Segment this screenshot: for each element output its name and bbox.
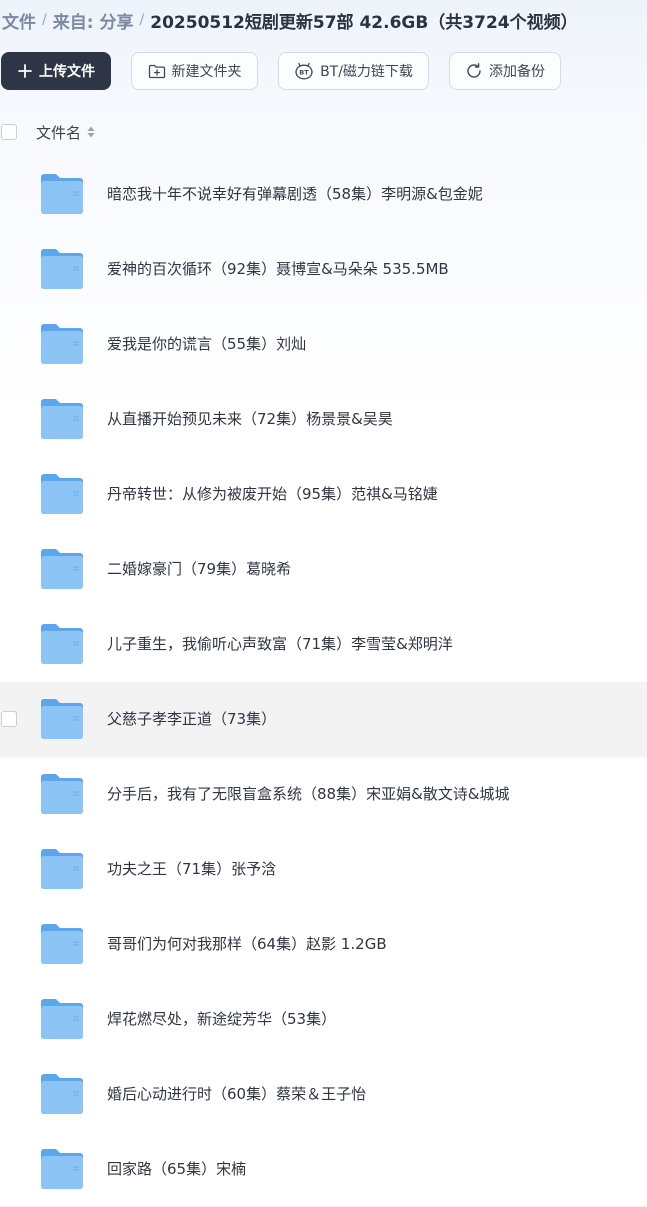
file-name[interactable]: 二婚嫁豪门（79集）葛晓希	[107, 532, 291, 607]
file-name[interactable]: 丹帝转世：从修为被废开始（95集）范祺&马铭婕	[107, 457, 438, 532]
refresh-icon	[465, 62, 483, 80]
folder-icon[interactable]	[39, 623, 85, 665]
folder-icon[interactable]	[39, 473, 85, 515]
file-row[interactable]: 哥哥们为何对我那样（64集）赵影 1.2GB	[0, 907, 647, 982]
folder-icon[interactable]	[39, 698, 85, 740]
bt-download-button[interactable]: BT BT/磁力链下载	[278, 52, 429, 90]
add-backup-button[interactable]: 添加备份	[449, 52, 561, 90]
bt-download-button-label: BT/磁力链下载	[320, 64, 413, 80]
plus-icon	[17, 63, 33, 79]
name-column-header[interactable]: 文件名	[36, 122, 95, 143]
file-row[interactable]: 儿子重生，我偷听心声致富（71集）李雪莹&郑明洋	[0, 607, 647, 682]
file-name[interactable]: 婚后心动进行时（60集）蔡荣＆王子怡	[107, 1057, 366, 1132]
file-row[interactable]: 从直播开始预见未来（72集）杨景景&吴昊	[0, 382, 647, 457]
folder-icon[interactable]	[39, 548, 85, 590]
folder-icon[interactable]	[39, 173, 85, 215]
file-row[interactable]: 丹帝转世：从修为被废开始（95集）范祺&马铭婕	[0, 457, 647, 532]
file-name[interactable]: 从直播开始预见未来（72集）杨景景&吴昊	[107, 382, 393, 457]
breadcrumb-from[interactable]: 来自:	[53, 8, 94, 33]
file-row[interactable]: 婚后心动进行时（60集）蔡荣＆王子怡	[0, 1057, 647, 1132]
breadcrumb-share[interactable]: 分享	[100, 8, 134, 33]
file-name[interactable]: 回家路（65集）宋楠	[107, 1132, 246, 1207]
upload-button-label: 上传文件	[39, 64, 95, 80]
file-name[interactable]: 爱神的百次循环（92集）聂博宣&马朵朵 535.5MB	[107, 232, 449, 307]
file-name[interactable]: 儿子重生，我偷听心声致富（71集）李雪莹&郑明洋	[107, 607, 453, 682]
bt-icon: BT	[294, 62, 314, 80]
name-column-label: 文件名	[36, 123, 82, 142]
folder-icon[interactable]	[39, 1148, 85, 1190]
folder-plus-icon	[148, 63, 166, 79]
folder-icon[interactable]	[39, 923, 85, 965]
file-row[interactable]: 暗恋我十年不说幸好有弹幕剧透（58集）李明源&包金妮	[0, 157, 647, 232]
breadcrumb: 文件 / 来自: 分享 / 20250512短剧更新57部 42.6GB（共37…	[2, 8, 578, 33]
file-name[interactable]: 暗恋我十年不说幸好有弹幕剧透（58集）李明源&包金妮	[107, 157, 483, 232]
upload-button[interactable]: 上传文件	[1, 52, 111, 90]
breadcrumb-root[interactable]: 文件	[2, 8, 36, 33]
breadcrumb-current-folder: 20250512短剧更新57部 42.6GB（共3724个视频）	[150, 12, 578, 33]
file-row[interactable]: 回家路（65集）宋楠	[0, 1132, 647, 1207]
file-row[interactable]: 父慈子孝李正道（73集）	[0, 682, 647, 757]
file-name[interactable]: 哥哥们为何对我那样（64集）赵影 1.2GB	[107, 907, 387, 982]
file-row[interactable]: 分手后，我有了无限盲盒系统（88集）宋亚娟&散文诗&城城	[0, 757, 647, 832]
folder-icon[interactable]	[39, 248, 85, 290]
file-row[interactable]: 功夫之王（71集）张予浛	[0, 832, 647, 907]
row-checkbox[interactable]	[1, 711, 17, 727]
file-row[interactable]: 焊花燃尽处，新途绽芳华（53集）	[0, 982, 647, 1057]
folder-icon[interactable]	[39, 848, 85, 890]
folder-icon[interactable]	[39, 323, 85, 365]
file-name[interactable]: 功夫之王（71集）张予浛	[107, 832, 276, 907]
breadcrumb-separator: /	[139, 12, 145, 28]
file-name[interactable]: 分手后，我有了无限盲盒系统（88集）宋亚娟&散文诗&城城	[107, 757, 509, 832]
new-folder-button-label: 新建文件夹	[171, 64, 242, 80]
toolbar: 上传文件 新建文件夹 BT BT/磁力链下载 添加备份	[0, 52, 647, 92]
folder-icon[interactable]	[39, 398, 85, 440]
folder-icon[interactable]	[39, 1073, 85, 1115]
svg-text:BT: BT	[299, 69, 309, 77]
folder-icon[interactable]	[39, 773, 85, 815]
file-row[interactable]: 爱神的百次循环（92集）聂博宣&马朵朵 535.5MB	[0, 232, 647, 307]
list-header: 文件名	[0, 116, 647, 148]
folder-icon[interactable]	[39, 998, 85, 1040]
breadcrumb-separator: /	[42, 12, 47, 28]
file-name[interactable]: 焊花燃尽处，新途绽芳华（53集）	[107, 982, 336, 1057]
file-list: 暗恋我十年不说幸好有弹幕剧透（58集）李明源&包金妮 爱神的百次循环（92集）聂博…	[0, 157, 647, 1207]
sort-icon[interactable]	[87, 126, 95, 138]
add-backup-button-label: 添加备份	[489, 64, 545, 80]
file-name[interactable]: 父慈子孝李正道（73集）	[107, 682, 276, 757]
file-row[interactable]: 二婚嫁豪门（79集）葛晓希	[0, 532, 647, 607]
new-folder-button[interactable]: 新建文件夹	[131, 52, 258, 90]
file-name[interactable]: 爱我是你的谎言（55集）刘灿	[107, 307, 306, 382]
select-all-checkbox[interactable]	[1, 124, 17, 140]
file-row[interactable]: 爱我是你的谎言（55集）刘灿	[0, 307, 647, 382]
